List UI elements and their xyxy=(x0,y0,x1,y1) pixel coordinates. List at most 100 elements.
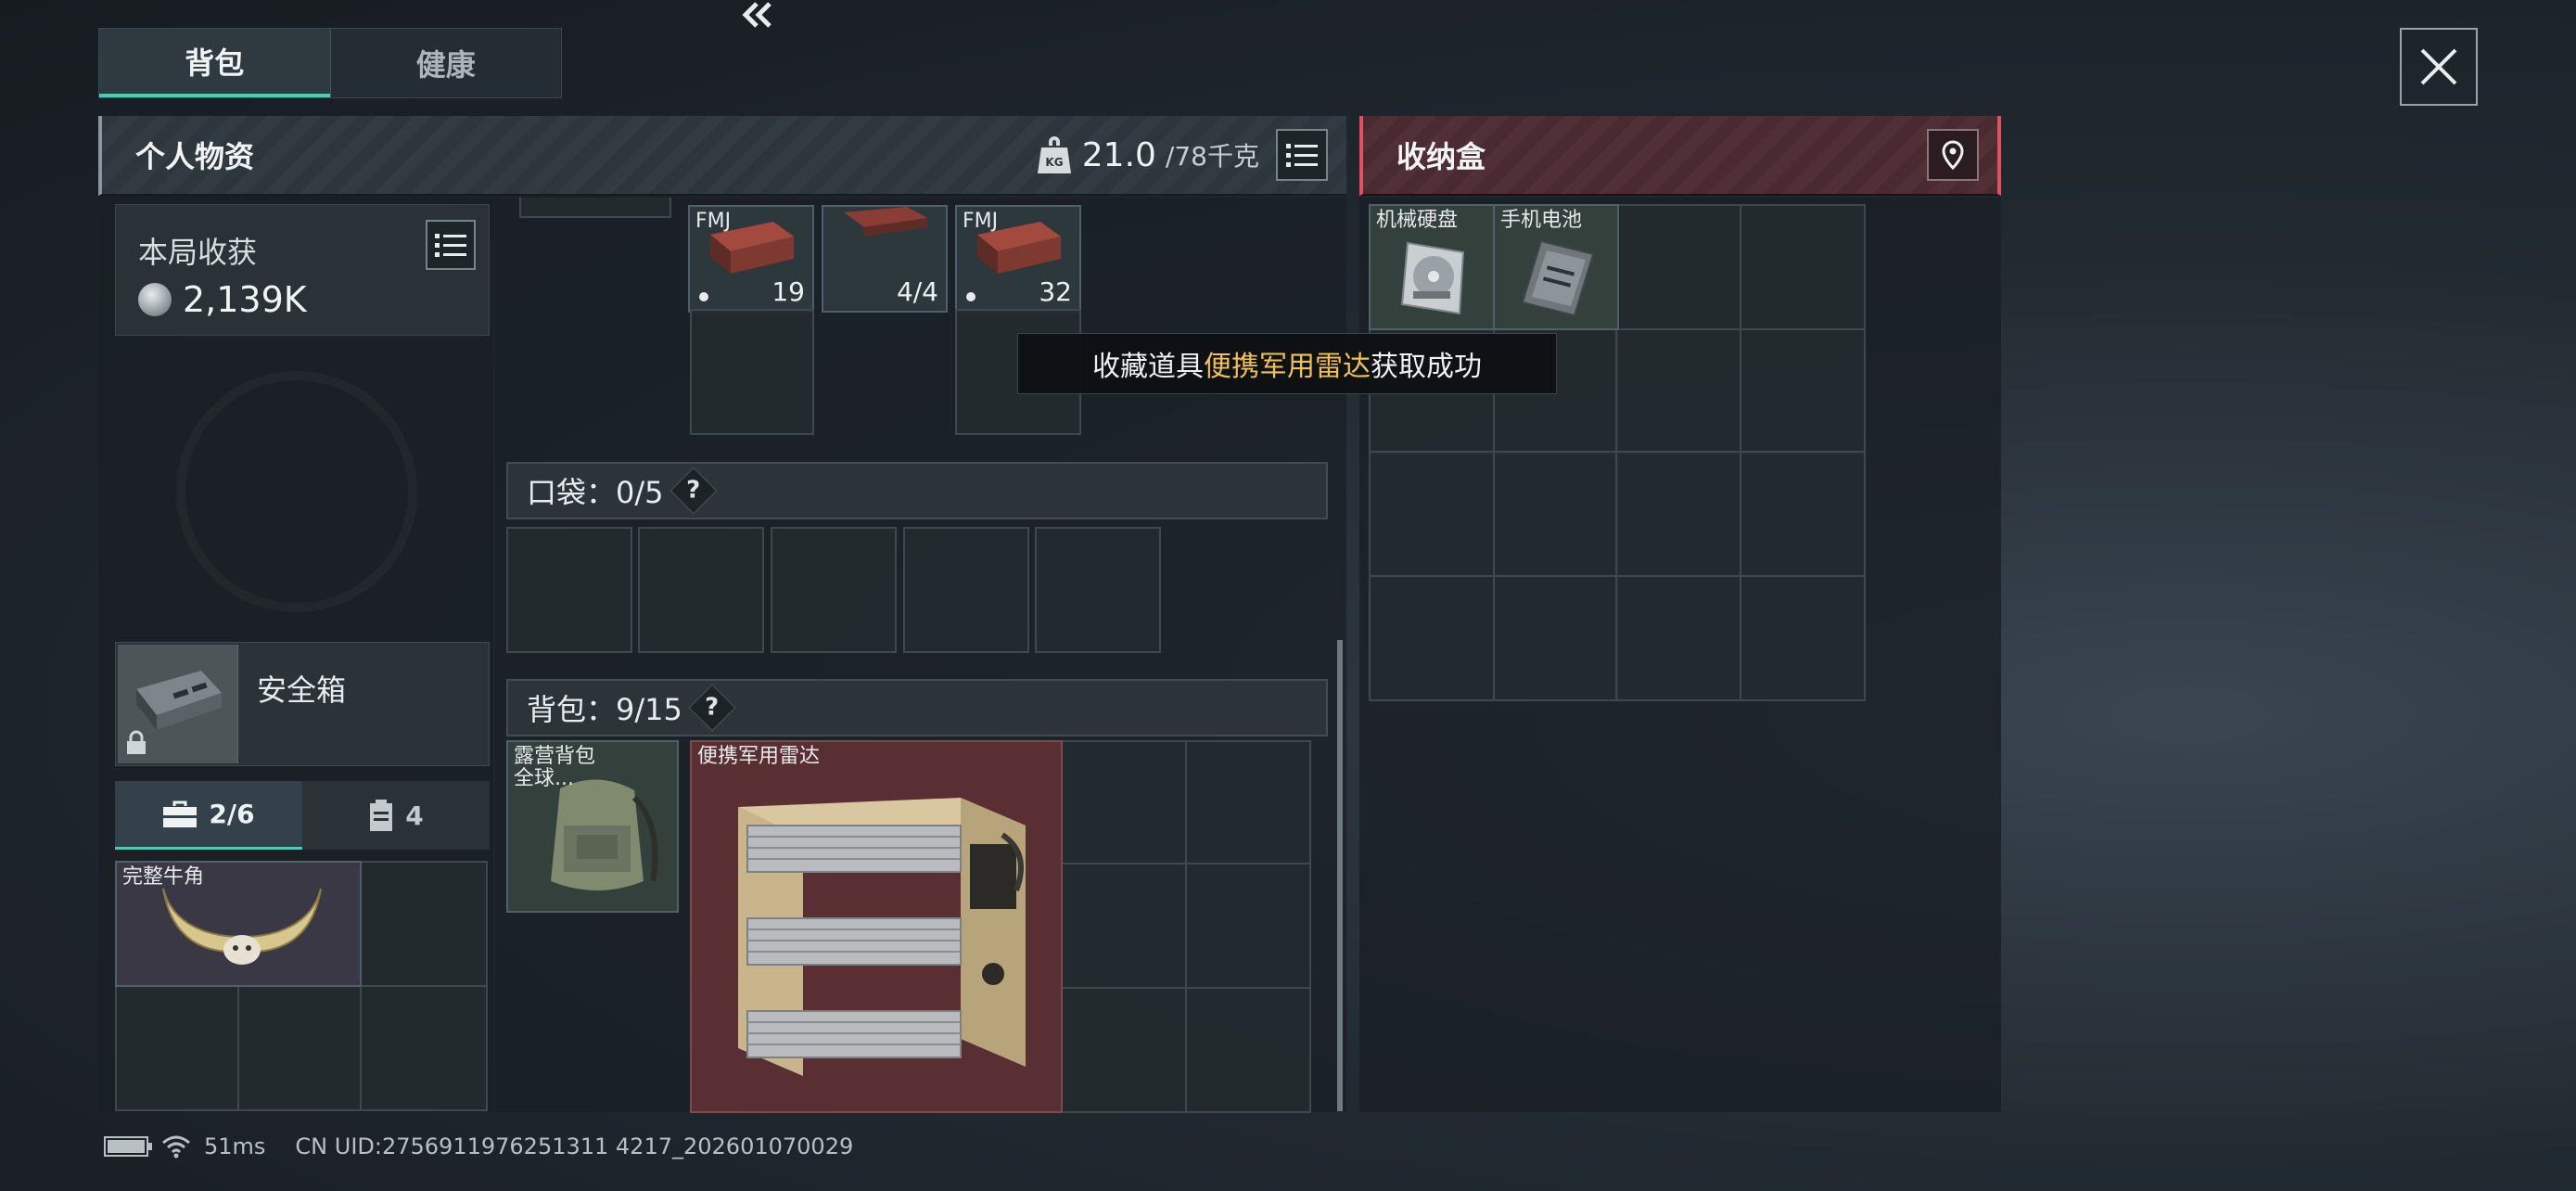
pocket-slot[interactable] xyxy=(771,527,897,653)
backpack-header: 背包：9/15 ? xyxy=(506,679,1328,736)
grid-cell[interactable] xyxy=(690,309,814,435)
grid-cell[interactable] xyxy=(1061,863,1187,989)
harvest-detail-button[interactable] xyxy=(426,220,476,270)
acquired-toast: 收藏道具 便携军用雷达 获取成功 xyxy=(1017,333,1557,394)
item-count: 19 xyxy=(772,276,805,307)
storage-box-header: 收纳盒 xyxy=(1359,116,2001,196)
grid-cell[interactable] xyxy=(1740,451,1866,577)
grid-cell[interactable] xyxy=(519,198,671,218)
item-hard-drive[interactable]: 机械硬盘 xyxy=(1369,204,1495,330)
backpack-help-button[interactable]: ? xyxy=(688,684,736,732)
storage-box-title: 收纳盒 xyxy=(1396,139,1486,174)
grid-cell[interactable] xyxy=(360,861,488,987)
locate-button[interactable] xyxy=(1927,129,1979,181)
pocket-slot[interactable] xyxy=(506,527,632,653)
grid-cell[interactable] xyxy=(1493,451,1619,577)
grid-cell[interactable] xyxy=(1615,575,1741,701)
item-name: 完整牛角 xyxy=(122,865,205,889)
tab-clipboard[interactable]: 4 xyxy=(302,781,490,850)
toolbox-count: 2/6 xyxy=(209,799,255,829)
harvest-value: 2,139K xyxy=(183,279,307,320)
grid-cell[interactable] xyxy=(1185,863,1311,989)
safe-grid: 完整牛角 xyxy=(115,861,490,1111)
weight-max: /78千克 xyxy=(1165,141,1259,172)
item-ammo-box[interactable]: FMJ 19 xyxy=(688,205,814,313)
close-button[interactable] xyxy=(2400,28,2478,106)
faction-emblem-watermark xyxy=(176,371,417,612)
clipboard-count: 4 xyxy=(405,800,424,831)
tab-backpack[interactable]: 背包 xyxy=(99,29,330,97)
grid-cell[interactable] xyxy=(1740,204,1866,330)
item-ammo-case[interactable]: 4/4 xyxy=(822,205,948,313)
item-ammo-box[interactable]: FMJ 32 xyxy=(955,205,1081,313)
item-name: FMJ xyxy=(963,210,999,233)
item-name: 手机电池 xyxy=(1500,209,1583,232)
grid-cell[interactable] xyxy=(1369,451,1495,577)
item-horn[interactable]: 完整牛角 xyxy=(115,861,362,987)
map-pin-icon xyxy=(1942,140,1964,170)
item-phone-battery[interactable]: 手机电池 xyxy=(1493,204,1619,330)
pocket-slot[interactable] xyxy=(638,527,764,653)
backpack-grid: 露营背包 全球... 便携军用雷达 xyxy=(506,740,1311,1113)
grid-cell[interactable] xyxy=(1185,987,1311,1113)
main-tabs: 背包 健康 xyxy=(98,28,562,98)
help-icon: ? xyxy=(685,477,701,505)
pocket-help-button[interactable]: ? xyxy=(670,467,717,515)
item-dot xyxy=(966,292,976,301)
grid-cell[interactable] xyxy=(115,985,239,1111)
pocket-grid xyxy=(506,527,1163,653)
battery-icon xyxy=(104,1136,152,1157)
grid-cell[interactable] xyxy=(1615,204,1741,330)
list-icon xyxy=(435,234,466,257)
horn-image xyxy=(162,888,322,965)
personal-supplies-title: 个人物资 xyxy=(135,139,255,174)
item-name-line1: 露营背包 xyxy=(514,745,596,768)
safe-subtabs: 2/6 4 xyxy=(115,781,490,850)
grid-cell[interactable] xyxy=(1061,987,1187,1113)
grid-cell[interactable] xyxy=(1740,328,1866,455)
grid-cell[interactable] xyxy=(1615,328,1741,455)
grid-cell[interactable] xyxy=(1615,451,1741,577)
toast-item-name: 便携军用雷达 xyxy=(1204,351,1371,383)
weight-indicator: KG 21.0 /78千克 xyxy=(1036,134,1259,175)
status-bar: 51ms CN UID:2756911976251311 4217_202601… xyxy=(104,1133,853,1159)
safebox-slot[interactable]: 安全箱 xyxy=(115,642,490,766)
item-camping-backpack[interactable]: 露营背包 全球... xyxy=(506,740,679,913)
middle-scrollbar[interactable] xyxy=(1337,640,1343,1111)
lock-icon xyxy=(127,730,146,754)
grid-cell[interactable] xyxy=(1493,575,1619,701)
help-icon: ? xyxy=(705,694,720,722)
ammo-case-image xyxy=(844,207,927,237)
grid-cell[interactable] xyxy=(1185,740,1311,864)
pocket-label: 口袋：0/5 xyxy=(527,475,664,510)
grid-cell[interactable] xyxy=(1369,575,1495,701)
weight-kg-icon: KG xyxy=(1037,136,1071,173)
chest-rig-area: FMJ 19 4/4 FMJ 32 xyxy=(495,198,1346,439)
wifi-icon xyxy=(162,1135,190,1159)
tab-toolbox[interactable]: 2/6 xyxy=(115,781,302,850)
toolbox-icon xyxy=(163,800,198,827)
grid-cell[interactable] xyxy=(237,985,362,1111)
list-icon xyxy=(1286,144,1318,167)
sort-list-button[interactable] xyxy=(1276,129,1328,181)
item-portable-military-radar[interactable]: 便携军用雷达 xyxy=(690,740,1063,1113)
item-name: 露营背包 全球... xyxy=(514,746,595,790)
radar-image xyxy=(738,798,1026,1076)
pocket-slot[interactable] xyxy=(1035,527,1161,653)
grid-cell[interactable] xyxy=(360,985,488,1111)
personal-supplies-header: 个人物资 KG 21.0 /78千克 xyxy=(98,116,1346,196)
item-name-line2: 全球... xyxy=(514,767,574,790)
hard-drive-image xyxy=(1400,241,1465,315)
player-uid: CN UID:2756911976251311 4217_20260107002… xyxy=(295,1133,854,1159)
grid-cell[interactable] xyxy=(1740,575,1866,701)
svg-text:KG: KG xyxy=(1045,156,1063,169)
ping-value: 51ms xyxy=(204,1133,266,1159)
pocket-slot[interactable] xyxy=(903,527,1029,653)
tab-health[interactable]: 健康 xyxy=(329,29,562,97)
item-name: 便携军用雷达 xyxy=(697,745,821,768)
toast-prefix: 收藏道具 xyxy=(1092,351,1204,383)
item-name: FMJ xyxy=(695,210,732,233)
grid-cell[interactable] xyxy=(1061,740,1187,864)
harvest-value-row: 2,139K xyxy=(138,279,466,320)
storage-box-grid: 机械硬盘 手机电池 xyxy=(1369,204,1866,701)
